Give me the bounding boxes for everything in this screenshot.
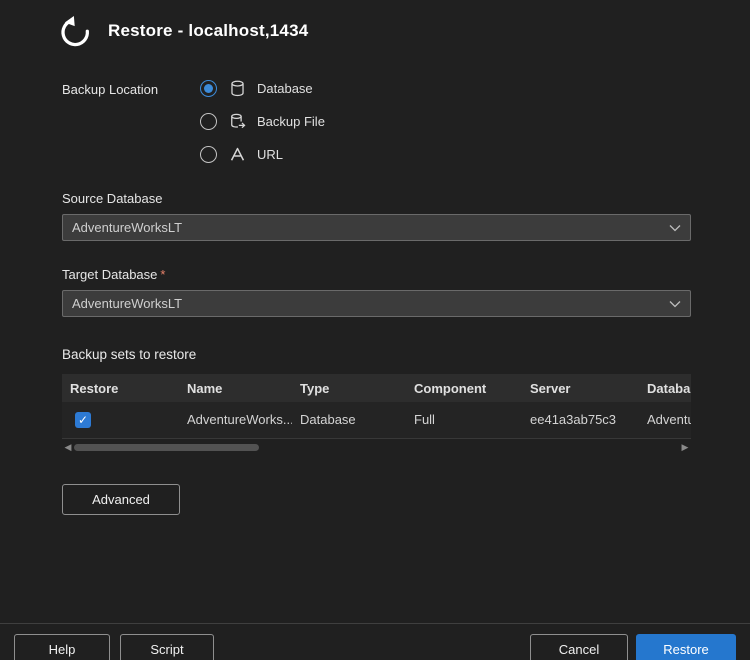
- horizontal-scrollbar[interactable]: ◀ ▶: [62, 442, 691, 454]
- source-database-label: Source Database: [62, 191, 691, 206]
- backup-location-section: Backup Location Database: [62, 78, 750, 165]
- column-header-restore: Restore: [62, 374, 179, 402]
- restore-checkbox[interactable]: ✓: [75, 412, 91, 428]
- backup-sets-label: Backup sets to restore: [62, 347, 750, 362]
- dialog-title: Restore - localhost,1434: [108, 21, 308, 41]
- name-cell: AdventureWorks...: [179, 402, 292, 438]
- advanced-button[interactable]: Advanced: [62, 484, 180, 515]
- restore-button[interactable]: Restore: [636, 634, 736, 660]
- scrollbar-track[interactable]: [74, 443, 679, 452]
- scrollbar-thumb[interactable]: [74, 444, 259, 451]
- database-cell: Adventu...: [639, 402, 691, 438]
- required-asterisk: *: [160, 267, 165, 282]
- cancel-button[interactable]: Cancel: [530, 634, 628, 660]
- scroll-left-icon[interactable]: ◀: [62, 442, 74, 454]
- radio-database[interactable]: [200, 80, 217, 97]
- backup-sets-table: Restore Name Type Component Server Datab…: [62, 374, 691, 439]
- target-database-field: Target Database* AdventureWorksLT: [62, 267, 691, 317]
- restore-icon: [58, 14, 92, 48]
- radio-option-database[interactable]: Database: [200, 78, 325, 99]
- source-database-value: AdventureWorksLT: [72, 220, 182, 235]
- source-database-select[interactable]: AdventureWorksLT: [62, 214, 691, 241]
- scroll-right-icon[interactable]: ▶: [679, 442, 691, 454]
- help-button[interactable]: Help: [14, 634, 110, 660]
- radio-backup-file[interactable]: [200, 113, 217, 130]
- type-cell: Database: [292, 402, 406, 438]
- column-header-type: Type: [292, 374, 406, 402]
- column-header-database: Databa: [639, 374, 691, 402]
- server-cell: ee41a3ab75c3: [522, 402, 639, 438]
- radio-label-url: URL: [257, 147, 283, 162]
- restore-cell: ✓: [62, 402, 179, 438]
- footer-bar: Help Script Cancel Restore: [0, 623, 750, 660]
- chevron-down-icon: [669, 224, 681, 232]
- backup-location-options: Database Backup File U: [200, 78, 325, 165]
- database-icon: [228, 80, 246, 98]
- radio-label-backup-file: Backup File: [257, 114, 325, 129]
- target-database-label: Target Database*: [62, 267, 691, 282]
- dialog-header: Restore - localhost,1434: [58, 14, 750, 48]
- target-database-label-text: Target Database: [62, 267, 157, 282]
- backup-location-label: Backup Location: [62, 78, 200, 165]
- target-database-select[interactable]: AdventureWorksLT: [62, 290, 691, 317]
- table-header-row: Restore Name Type Component Server Datab…: [62, 374, 691, 402]
- radio-option-backup-file[interactable]: Backup File: [200, 111, 325, 132]
- radio-label-database: Database: [257, 81, 313, 96]
- column-header-server: Server: [522, 374, 639, 402]
- target-database-value: AdventureWorksLT: [72, 296, 182, 311]
- radio-option-url[interactable]: URL: [200, 144, 325, 165]
- chevron-down-icon: [669, 300, 681, 308]
- radio-url[interactable]: [200, 146, 217, 163]
- table-row[interactable]: ✓ AdventureWorks... Database Full ee41a3…: [62, 402, 691, 438]
- source-database-field: Source Database AdventureWorksLT: [62, 191, 691, 241]
- component-cell: Full: [406, 402, 522, 438]
- column-header-name: Name: [179, 374, 292, 402]
- backup-file-icon: [228, 113, 246, 131]
- url-icon: [228, 146, 246, 164]
- column-header-component: Component: [406, 374, 522, 402]
- script-button[interactable]: Script: [120, 634, 214, 660]
